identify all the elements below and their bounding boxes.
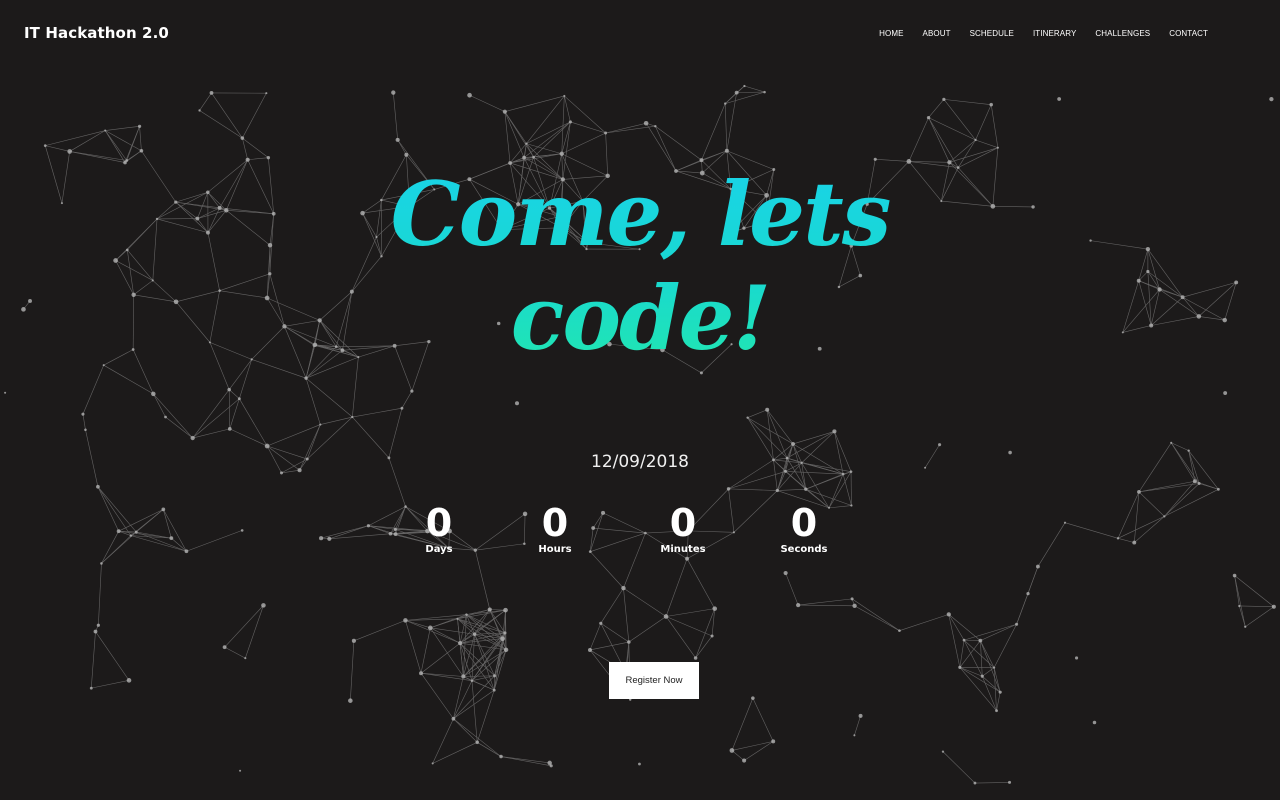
nav-item-itinerary[interactable]: ITINERARY	[1033, 29, 1076, 38]
nav-item-about[interactable]: ABOUT	[923, 29, 951, 38]
event-date: 12/09/2018	[591, 452, 689, 472]
countdown-minutes-value: 0	[669, 501, 697, 545]
navbar: IT Hackathon 2.0 HOME ABOUT SCHEDULE ITI…	[0, 0, 1280, 70]
countdown-days: 0 Days	[399, 500, 479, 555]
countdown-minutes: 0 Minutes	[643, 500, 723, 555]
countdown-hours: 0 Hours	[515, 500, 595, 555]
brand-logo[interactable]: IT Hackathon 2.0	[24, 24, 169, 42]
countdown-minutes-label: Minutes	[660, 544, 706, 555]
countdown-seconds: 0 Seconds	[764, 500, 844, 555]
nav-menu: HOME ABOUT SCHEDULE ITINERARY CHALLENGES…	[879, 29, 1208, 38]
register-now-button[interactable]: Register Now	[609, 662, 699, 699]
countdown-days-value: 0	[425, 501, 453, 545]
countdown-seconds-label: Seconds	[780, 544, 828, 555]
countdown-days-label: Days	[425, 544, 453, 555]
hero-title-line-2: code!	[510, 266, 770, 370]
countdown-hours-value: 0	[541, 501, 569, 545]
landing-page: IT Hackathon 2.0 HOME ABOUT SCHEDULE ITI…	[0, 0, 1280, 800]
countdown-seconds-value: 0	[790, 501, 818, 545]
hero-title-line-1: Come, lets	[390, 162, 890, 266]
nav-item-schedule[interactable]: SCHEDULE	[970, 29, 1014, 38]
countdown-timer: 0 Days 0 Hours 0 Minutes 0 Seconds	[0, 500, 1280, 570]
nav-item-contact[interactable]: CONTACT	[1169, 29, 1208, 38]
nav-item-home[interactable]: HOME	[879, 29, 903, 38]
nav-item-challenges[interactable]: CHALLENGES	[1095, 29, 1150, 38]
countdown-hours-label: Hours	[538, 544, 572, 555]
hero-title: Come, lets code!	[0, 162, 1280, 370]
